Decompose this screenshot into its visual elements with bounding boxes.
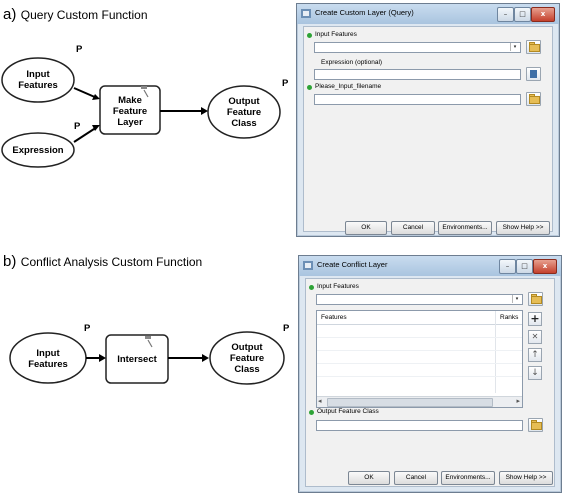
output-feature-class-input[interactable] bbox=[316, 420, 523, 431]
ok-button[interactable]: OK bbox=[348, 471, 390, 485]
param-marker: P bbox=[282, 78, 289, 89]
move-up-button[interactable]: ↑ bbox=[528, 348, 542, 362]
close-button[interactable]: x bbox=[533, 259, 557, 274]
input-features-combobox[interactable]: ▾ bbox=[314, 42, 521, 53]
scroll-left-arrow[interactable]: ◂ bbox=[318, 397, 322, 407]
ok-button[interactable]: OK bbox=[345, 221, 387, 235]
app-icon bbox=[303, 261, 313, 270]
required-dot bbox=[307, 85, 312, 90]
header-divider bbox=[317, 324, 522, 325]
expression-label: Expression bbox=[12, 144, 64, 156]
param-marker: P bbox=[74, 121, 81, 132]
environments-button[interactable]: Environments... bbox=[441, 471, 495, 485]
input-features-label: Input Features bbox=[28, 348, 68, 370]
make-feature-layer-label: Make Feature Layer bbox=[112, 94, 148, 128]
horizontal-scrollbar[interactable]: ◂ ▸ bbox=[317, 396, 522, 407]
param-marker: P bbox=[76, 44, 83, 55]
output-feature-class-label: Output Feature Class bbox=[226, 95, 262, 129]
table-row[interactable] bbox=[317, 376, 522, 377]
expression-input[interactable] bbox=[314, 69, 521, 80]
expression-label: Expression (optional) bbox=[321, 59, 383, 66]
chevron-down-icon[interactable]: ▾ bbox=[512, 295, 521, 303]
features-table[interactable]: Features Ranks ◂ ▸ bbox=[316, 310, 523, 408]
maximize-button[interactable]: □ bbox=[514, 7, 531, 22]
section-b-title: Conflict Analysis Custom Function bbox=[20, 255, 203, 269]
table-row[interactable] bbox=[317, 337, 522, 338]
column-header-features[interactable]: Features bbox=[321, 314, 347, 321]
browse-folder-button[interactable] bbox=[526, 92, 541, 106]
dialog-title: Create Conflict Layer bbox=[317, 260, 388, 269]
browse-folder-button[interactable] bbox=[526, 40, 541, 54]
create-custom-layer-dialog: Create Custom Layer (Query) – □ x Input … bbox=[296, 3, 560, 237]
param-marker: P bbox=[283, 323, 290, 334]
create-conflict-layer-dialog: Create Conflict Layer – □ x Input Featur… bbox=[298, 255, 562, 493]
section-b-letter: b) bbox=[3, 253, 17, 270]
remove-row-button[interactable]: ✕ bbox=[528, 330, 542, 344]
required-dot bbox=[309, 285, 314, 290]
dialog-body: Input Features ▾ Features Ranks ◂ ▸ + ✕ bbox=[305, 278, 555, 487]
cancel-button[interactable]: Cancel bbox=[394, 471, 438, 485]
close-button[interactable]: x bbox=[531, 7, 555, 22]
browse-folder-button[interactable] bbox=[528, 292, 543, 306]
required-dot bbox=[309, 410, 314, 415]
show-help-button[interactable]: Show Help >> bbox=[499, 471, 553, 485]
maximize-button[interactable]: □ bbox=[516, 259, 533, 274]
show-help-button[interactable]: Show Help >> bbox=[496, 221, 550, 235]
move-down-button[interactable]: ↓ bbox=[528, 366, 542, 380]
sql-builder-button[interactable] bbox=[526, 67, 541, 81]
table-row[interactable] bbox=[317, 350, 522, 351]
minimize-button[interactable]: – bbox=[499, 259, 516, 274]
output-feature-class-label: Output Feature Class bbox=[229, 341, 265, 375]
environments-button[interactable]: Environments... bbox=[438, 221, 492, 235]
chevron-down-icon[interactable]: ▾ bbox=[510, 43, 519, 51]
output-feature-class-label: Output Feature Class bbox=[317, 408, 379, 415]
dialog-title: Create Custom Layer (Query) bbox=[315, 8, 414, 17]
input-features-combobox[interactable]: ▾ bbox=[316, 294, 523, 305]
browse-folder-button[interactable] bbox=[528, 418, 543, 432]
filename-input[interactable] bbox=[314, 94, 521, 105]
input-features-label: Input Features bbox=[18, 69, 58, 91]
section-b-label: b) Conflict Analysis Custom Function bbox=[3, 253, 202, 271]
intersect-label: Intersect bbox=[117, 353, 157, 365]
dialog-body: Input Features ▾ Expression (optional) P… bbox=[303, 26, 553, 235]
app-icon bbox=[301, 9, 311, 18]
column-divider bbox=[495, 311, 496, 393]
add-row-button[interactable]: + bbox=[528, 312, 542, 326]
input-features-label: Input Features bbox=[315, 31, 357, 38]
calculator-icon bbox=[530, 70, 537, 78]
scroll-thumb[interactable] bbox=[327, 398, 493, 407]
input-features-label: Input Features bbox=[317, 283, 359, 290]
filename-label: Please_Input_filename bbox=[315, 83, 382, 90]
column-header-ranks[interactable]: Ranks bbox=[500, 314, 518, 321]
table-row[interactable] bbox=[317, 363, 522, 364]
minimize-button[interactable]: – bbox=[497, 7, 514, 22]
scroll-right-arrow[interactable]: ▸ bbox=[516, 397, 520, 407]
cancel-button[interactable]: Cancel bbox=[391, 221, 435, 235]
required-dot bbox=[307, 33, 312, 38]
param-marker: P bbox=[84, 323, 91, 334]
